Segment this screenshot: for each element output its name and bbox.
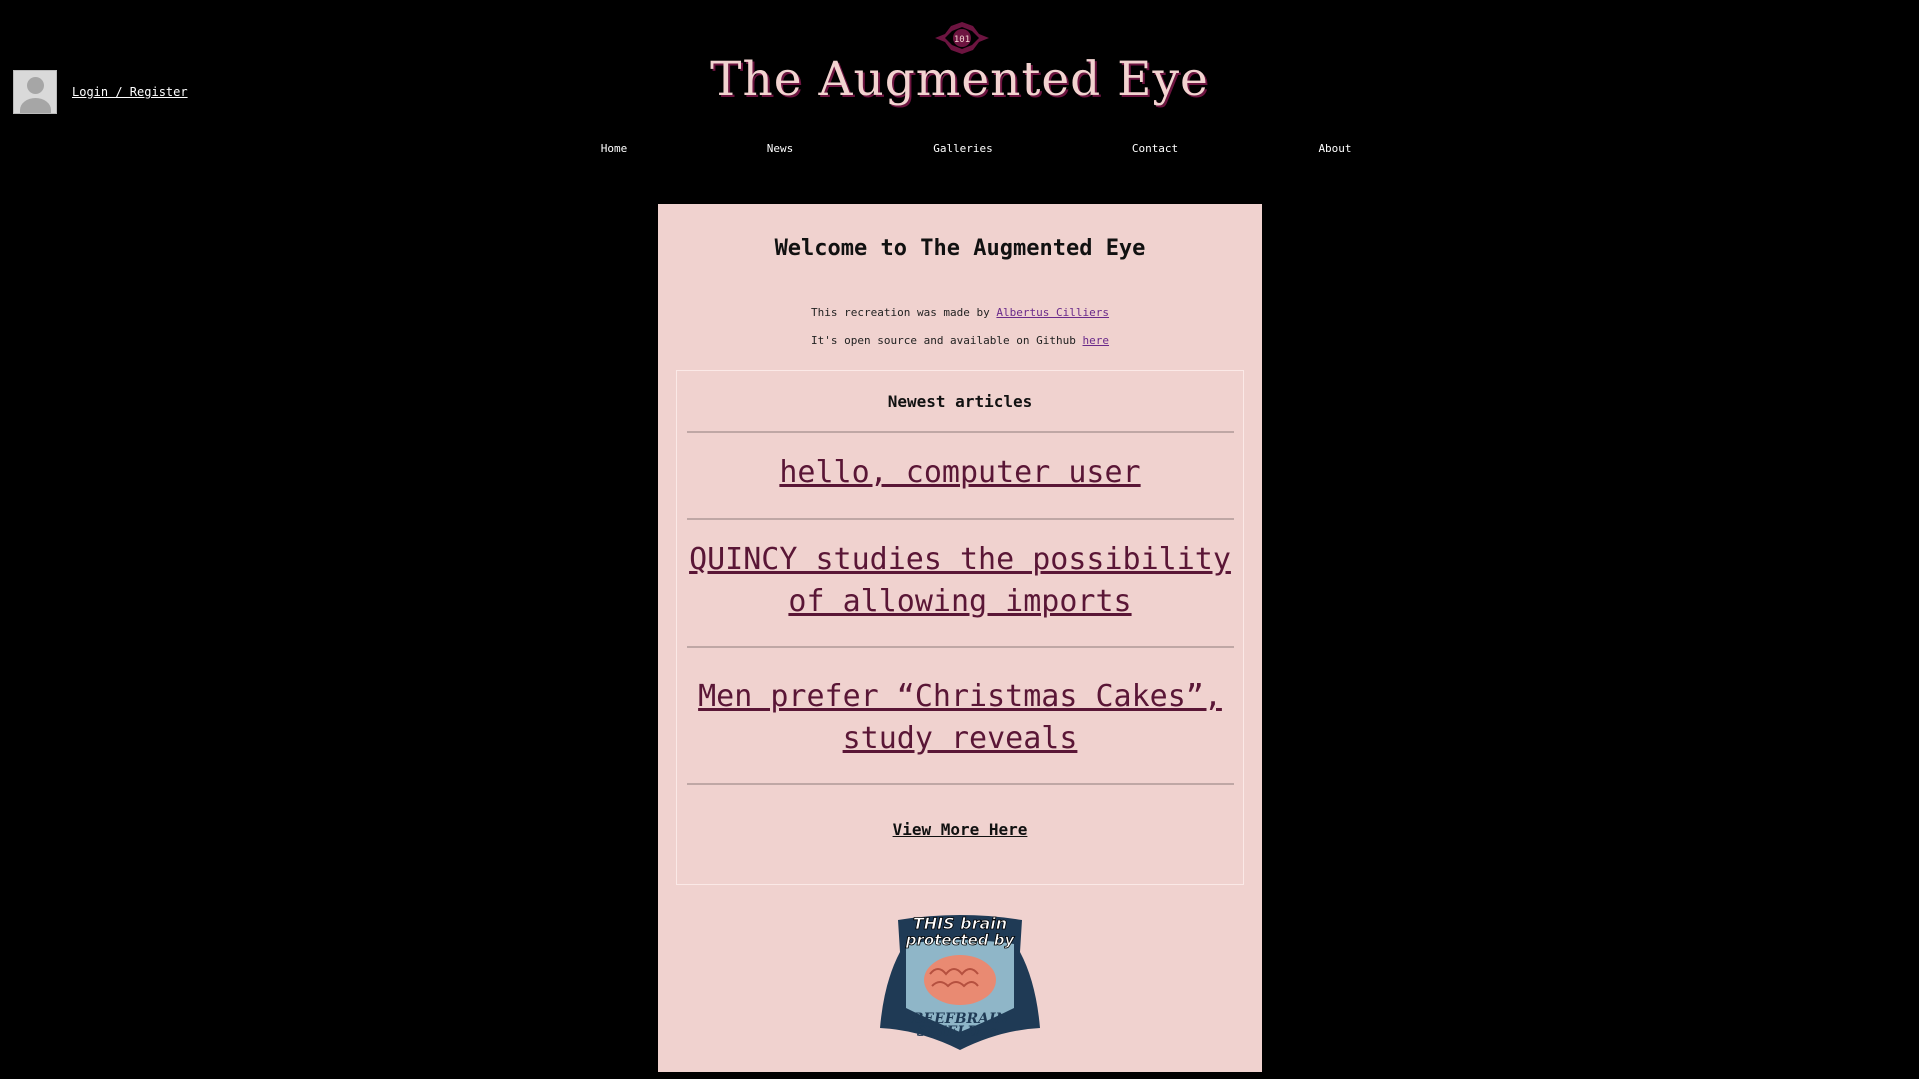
author-link[interactable]: Albertus Cilliers — [996, 306, 1109, 319]
beefbrain-shield-badge: THIS brain protected by BEEFBRAIN SHIELD… — [880, 914, 1040, 1050]
source-line: It's open source and available on Github… — [658, 334, 1262, 347]
divider — [687, 518, 1234, 520]
nav-galleries[interactable]: Galleries — [933, 142, 993, 155]
page: Login / Register 101 The Augmented Eye H… — [0, 0, 1919, 1079]
article-link-1[interactable]: hello, computer user — [686, 452, 1234, 494]
main-nav: Home News Galleries Contact About — [0, 142, 1919, 158]
divider — [687, 646, 1234, 648]
brain-icon — [924, 955, 996, 1005]
nav-home[interactable]: Home — [601, 142, 628, 155]
newest-articles-box — [676, 370, 1244, 885]
github-link[interactable]: here — [1083, 334, 1110, 347]
svg-text:PRO: PRO — [973, 1028, 999, 1039]
source-prefix: It's open source and available on Github — [810, 334, 1076, 347]
newest-articles-heading: Newest articles — [887, 392, 1033, 411]
nav-contact[interactable]: Contact — [1132, 142, 1178, 155]
welcome-heading: Welcome to The Augmented Eye — [774, 236, 1146, 261]
credit-line: This recreation was made by Albertus Cil… — [658, 306, 1262, 319]
divider — [687, 783, 1234, 785]
article-link-2[interactable]: QUINCY studies the possibility of allowi… — [686, 539, 1234, 623]
view-more-link[interactable]: View More Here — [676, 820, 1244, 839]
divider — [687, 431, 1234, 433]
nav-about[interactable]: About — [1318, 142, 1351, 155]
svg-text:SHIELD: SHIELD — [917, 1024, 980, 1040]
eye-emblem-icon: 101 — [935, 22, 989, 54]
credit-prefix: This recreation was made by — [810, 306, 990, 319]
nav-news[interactable]: News — [767, 142, 794, 155]
article-link-3[interactable]: Men prefer “Christmas Cakes”, study reve… — [686, 676, 1234, 760]
site-title: The Augmented Eye — [710, 52, 1209, 107]
svg-text:101: 101 — [954, 35, 970, 45]
svg-text:protected by: protected by — [905, 931, 1016, 949]
